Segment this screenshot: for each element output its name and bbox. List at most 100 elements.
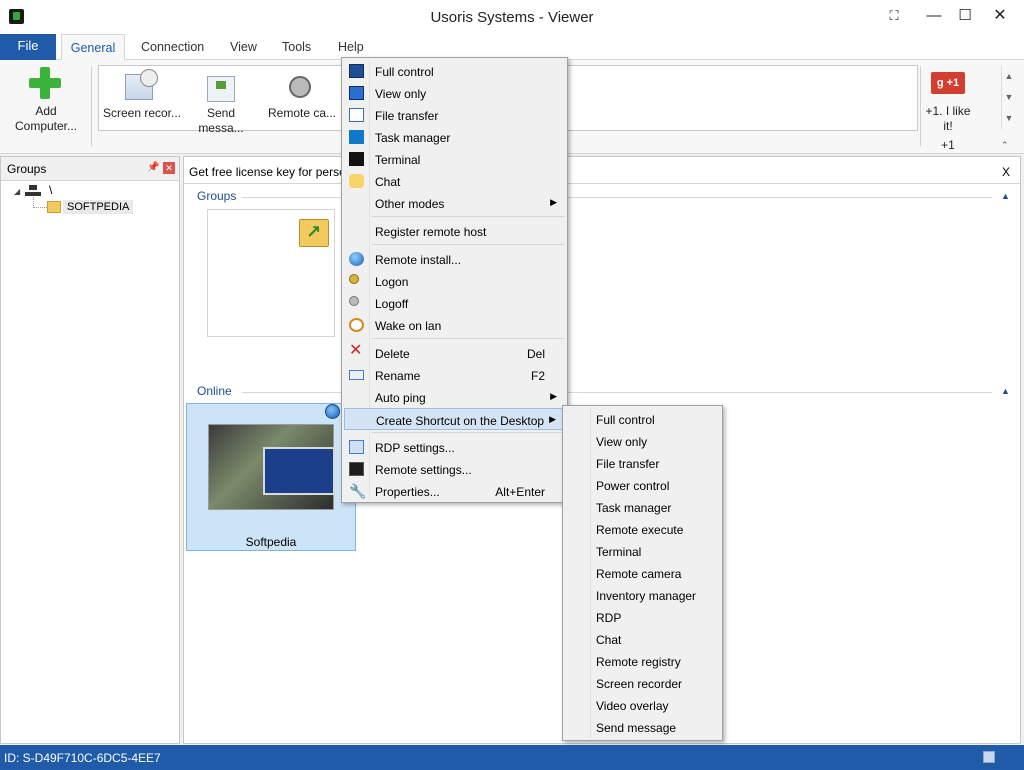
tab-view[interactable]: View	[230, 40, 257, 54]
tab-connection[interactable]: Connection	[141, 40, 204, 54]
remote-camera-button[interactable]: Remote ca...	[263, 106, 341, 121]
submenu-item-task-manager[interactable]: Task manager	[565, 496, 720, 518]
menu-item-shortcut: Alt+Enter	[495, 485, 545, 499]
submenu-item-rdp[interactable]: RDP	[565, 606, 720, 628]
menu-item-remote-settings[interactable]: Remote settings...	[344, 458, 565, 480]
file-transfer-icon	[349, 108, 364, 122]
host-screenshot-thumbnail	[208, 424, 335, 510]
submenu-item-power-control[interactable]: Power control	[565, 474, 720, 496]
menu-item-delete[interactable]: ✕ Delete Del	[344, 342, 565, 364]
menu-item-terminal[interactable]: Terminal	[344, 148, 565, 170]
submenu-item-full-control[interactable]: Full control	[565, 408, 720, 430]
view-only-icon	[349, 86, 364, 100]
menu-item-remote-install[interactable]: Remote install...	[344, 248, 565, 270]
menu-item-shortcut: Del	[526, 347, 545, 361]
submenu-item-view-only[interactable]: View only	[565, 430, 720, 452]
groups-panel: Groups 📌 ✕ ◢ \ SOFTPEDIA	[0, 156, 180, 744]
collapse-ribbon-icon[interactable]: ⌃	[1001, 140, 1009, 151]
menu-item-label: Register remote host	[375, 225, 487, 239]
submenu-item-terminal[interactable]: Terminal	[565, 540, 720, 562]
tree-expander-icon[interactable]: ◢	[14, 187, 20, 196]
like-text: +1. I like it!	[925, 104, 971, 133]
google-plus-icon[interactable]: g +1	[931, 72, 965, 94]
send-message-button[interactable]: Send messa...	[183, 106, 259, 136]
tree-connector	[33, 197, 47, 208]
submenu-item-label: Video overlay	[596, 699, 669, 713]
gallery-scroll-down[interactable]: ▼	[1001, 87, 1016, 108]
folder-icon	[47, 201, 61, 213]
tab-tools[interactable]: Tools	[282, 40, 311, 54]
key-icon	[349, 274, 359, 284]
submenu-item-label: Screen recorder	[596, 677, 683, 691]
menu-item-label: Other modes	[375, 197, 445, 211]
submenu-item-label: RDP	[596, 611, 622, 625]
context-menu: Full control View only File transfer Tas…	[341, 57, 568, 503]
shortcut-submenu: Full control View only File transfer Pow…	[562, 405, 723, 741]
close-icon[interactable]: ✕	[163, 162, 175, 174]
ribbon-separator	[920, 66, 921, 146]
fullscreen-icon[interactable]: ⛶	[876, 4, 912, 28]
menu-item-rdp-settings[interactable]: RDP settings...	[344, 436, 565, 458]
menu-item-logon[interactable]: Logon	[344, 270, 565, 292]
gallery-expand[interactable]: ▼	[1001, 108, 1016, 129]
tab-file[interactable]: File	[0, 34, 56, 60]
host-tile-softpedia[interactable]: Softpedia	[186, 403, 356, 551]
submenu-item-video-overlay[interactable]: Video overlay	[565, 694, 720, 716]
section-groups-label: Groups	[197, 189, 237, 203]
add-icon	[29, 67, 61, 99]
rename-icon	[349, 370, 364, 380]
menu-item-label: Chat	[375, 175, 401, 189]
folder-up-icon[interactable]	[299, 219, 329, 247]
tree-item-softpedia[interactable]: SOFTPEDIA	[63, 200, 134, 214]
close-button[interactable]: ✕	[982, 4, 1018, 28]
tree-root-label[interactable]: \	[49, 183, 52, 197]
submenu-item-chat[interactable]: Chat	[565, 628, 720, 650]
submenu-item-file-transfer[interactable]: File transfer	[565, 452, 720, 474]
menu-item-create-shortcut[interactable]: Create Shortcut on the Desktop ▶	[344, 408, 565, 430]
submenu-item-send-message[interactable]: Send message	[565, 716, 720, 738]
network-icon	[25, 185, 41, 197]
tab-help[interactable]: Help	[338, 40, 364, 54]
tab-general[interactable]: General	[61, 34, 125, 61]
plus-one-count: +1	[941, 138, 955, 152]
submenu-item-remote-registry[interactable]: Remote registry	[565, 650, 720, 672]
menu-item-wake-on-lan[interactable]: Wake on lan	[344, 314, 565, 336]
section-online-label: Online	[197, 384, 232, 398]
add-computer-button[interactable]: Add Computer...	[8, 104, 84, 134]
screen-recorder-button[interactable]: Screen recor...	[101, 106, 183, 121]
title-bar: Usoris Systems - Viewer ⛶ — ☐ ✕	[0, 0, 1024, 34]
menu-item-auto-ping[interactable]: Auto ping ▶	[344, 386, 565, 408]
menu-item-rename[interactable]: Rename F2	[344, 364, 565, 386]
submenu-item-label: Remote execute	[596, 523, 684, 537]
resize-grip-icon[interactable]	[983, 751, 995, 763]
groups-panel-title: Groups	[7, 162, 47, 176]
submenu-item-label: Power control	[596, 479, 670, 493]
maximize-button[interactable]: ☐	[947, 4, 983, 28]
menu-item-properties[interactable]: 🔧 Properties... Alt+Enter	[344, 480, 565, 502]
submenu-item-label: Full control	[596, 413, 655, 427]
collapse-online-icon[interactable]: ▲	[1001, 386, 1010, 396]
pin-icon[interactable]: 📌	[147, 162, 159, 174]
menu-item-register-remote-host[interactable]: Register remote host	[344, 220, 565, 242]
menu-item-label: Create Shortcut on the Desktop	[376, 414, 545, 428]
submenu-item-remote-camera[interactable]: Remote camera	[565, 562, 720, 584]
alarm-clock-icon	[349, 318, 364, 332]
menu-item-label: Wake on lan	[375, 319, 442, 333]
submenu-item-remote-execute[interactable]: Remote execute	[565, 518, 720, 540]
menu-item-view-only[interactable]: View only	[344, 82, 565, 104]
menu-item-task-manager[interactable]: Task manager	[344, 126, 565, 148]
submenu-item-inventory-manager[interactable]: Inventory manager	[565, 584, 720, 606]
menu-separator	[372, 244, 564, 245]
menu-item-logoff[interactable]: Logoff	[344, 292, 565, 314]
gallery-scroll-up[interactable]: ▲	[1001, 66, 1016, 87]
submenu-item-label: Terminal	[596, 545, 642, 559]
license-text[interactable]: Get free license key for persona	[189, 165, 359, 179]
menu-item-full-control[interactable]: Full control	[344, 60, 565, 82]
menu-item-other-modes[interactable]: Other modes ▶	[344, 192, 565, 214]
license-close-button[interactable]: X	[1002, 165, 1010, 179]
submenu-item-screen-recorder[interactable]: Screen recorder	[565, 672, 720, 694]
collapse-groups-icon[interactable]: ▲	[1001, 191, 1010, 201]
menu-item-chat[interactable]: Chat	[344, 170, 565, 192]
menu-item-file-transfer[interactable]: File transfer	[344, 104, 565, 126]
remote-settings-icon	[349, 462, 364, 476]
